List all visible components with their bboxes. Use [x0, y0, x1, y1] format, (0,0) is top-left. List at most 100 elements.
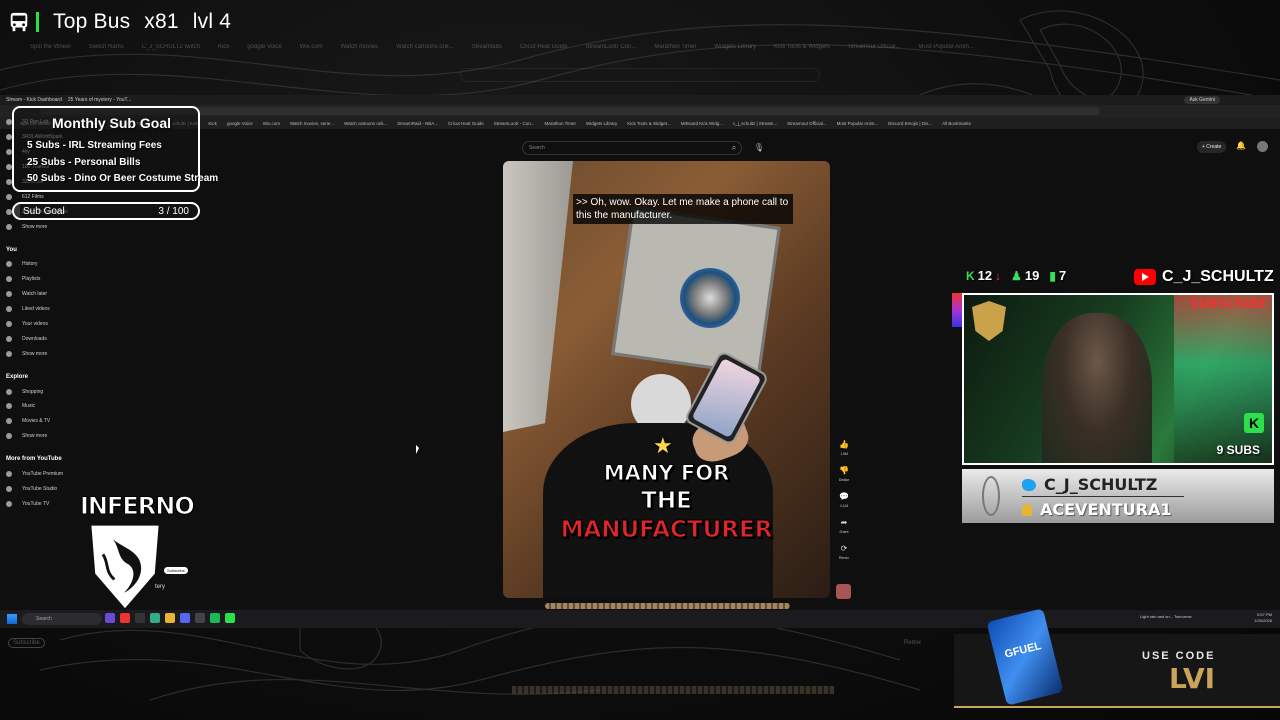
- bus-icon: [10, 12, 28, 32]
- lion-emblem-icon: [91, 525, 159, 609]
- system-clock[interactable]: 5:57 PM 1/30/2026: [1254, 612, 1272, 624]
- bookmark-all[interactable]: All Bookmarks: [942, 121, 971, 126]
- ghost-bookmark: Kick Tools & Widgets: [774, 44, 830, 50]
- search-icon[interactable]: ⌕: [727, 141, 741, 155]
- bookmark[interactable]: StreamLootr - Con...: [494, 121, 535, 126]
- bell-icon[interactable]: 🔔: [1236, 141, 1246, 150]
- follower-stat-value: 19: [1024, 268, 1040, 283]
- shorts-video[interactable]: >> Oh, wow. Okay. Let me make a phone ca…: [503, 161, 830, 598]
- subscribe-button[interactable]: Subscribe: [164, 567, 188, 574]
- bookmark[interactable]: Widgets Library: [586, 121, 617, 126]
- create-button[interactable]: + Create: [1197, 141, 1227, 153]
- sidebar-item-label: Explore: [6, 373, 29, 380]
- sidebar-item-explore[interactable]: Movies & TV: [6, 414, 86, 429]
- share-label: Share: [839, 530, 849, 534]
- youtube-icon: [1134, 269, 1156, 285]
- goal-title: Monthly Sub Goal: [52, 115, 171, 131]
- app-icon[interactable]: [225, 613, 235, 623]
- sidebar-item-you[interactable]: Show more: [6, 346, 86, 361]
- app-icon[interactable]: [120, 613, 130, 623]
- audio-thumbnail[interactable]: [836, 584, 851, 599]
- clock-date: 1/30/2026: [1254, 618, 1272, 623]
- spotify-icon[interactable]: [210, 613, 220, 623]
- sidebar-item-more[interactable]: YouTube Studio: [6, 481, 86, 496]
- bookmark[interactable]: Cricut Heat Guide: [448, 121, 484, 126]
- sidebar-item-label: You: [6, 246, 17, 253]
- sidebar-item-label: 612 Films: [22, 193, 44, 200]
- sidebar-item-label: More from YouTube: [6, 456, 62, 463]
- sidebar-item-sub[interactable]: Show more: [6, 219, 86, 234]
- bookmark[interactable]: StreamRaid - NBA...: [397, 121, 438, 126]
- weather-widget[interactable]: Light rain and sn... Tomorrow: [1140, 614, 1192, 619]
- bookmark[interactable]: MrBoard Kick Widg...: [681, 121, 723, 126]
- crest-icon: [972, 301, 1006, 341]
- dislike-button[interactable]: 👎 Dislike: [836, 460, 852, 482]
- sidebar-section-explore[interactable]: Explore: [6, 369, 86, 384]
- bookmark[interactable]: Kick: [208, 121, 217, 126]
- video-progress-bar[interactable]: [545, 603, 790, 609]
- sidebar-item-icon: [6, 276, 12, 283]
- promo-code: LVI: [1169, 662, 1216, 695]
- chrome-icon[interactable]: [150, 613, 160, 623]
- steam-icon[interactable]: [195, 613, 205, 623]
- microphone-icon[interactable]: 🎙: [752, 141, 766, 155]
- ghost-bookmark: Streamout Official...: [847, 44, 901, 50]
- share-button[interactable]: ➦ Share: [836, 512, 852, 534]
- avatar[interactable]: [1257, 141, 1268, 152]
- ghost-bookmark: Watch movies: [340, 44, 379, 50]
- sidebar-item-more[interactable]: YouTube Premium: [6, 467, 86, 482]
- ghost-bookmark: Switch Rams: [88, 44, 124, 50]
- sidebar-item-icon: [6, 306, 12, 313]
- top-bus-banner: Top Bus x81 lvl 4: [8, 6, 231, 38]
- sidebar-item-explore[interactable]: Music: [6, 399, 86, 414]
- app-icon[interactable]: [105, 613, 115, 623]
- sidebar-item-explore[interactable]: Shopping: [6, 384, 86, 399]
- bookmark[interactable]: Watch cartoons onli...: [344, 121, 387, 126]
- sponsor-banner: GFUEL USE CODE LVI: [954, 608, 1280, 708]
- yt-search-input[interactable]: Search: [522, 141, 742, 155]
- sidebar-item-explore[interactable]: Show more: [6, 429, 86, 444]
- sidebar-item-you[interactable]: Watch later: [6, 287, 86, 302]
- partial-text: tery: [155, 584, 166, 590]
- app-icon[interactable]: [135, 613, 145, 623]
- bookmark[interactable]: google Voice: [227, 121, 253, 126]
- taskbar-apps: [105, 613, 235, 623]
- bookmark[interactable]: c_j_schultz | Stream...: [733, 121, 777, 126]
- comment-count: 4,116: [839, 504, 849, 508]
- remix-button[interactable]: ⟳ Remix: [836, 538, 852, 560]
- browser-tab-active[interactable]: 25 Years of mystery - YouT...: [68, 97, 131, 103]
- bookmark[interactable]: Watch movies, serie...: [290, 121, 334, 126]
- bookmark[interactable]: Streamout Official...: [787, 121, 826, 126]
- bookmark[interactable]: Wix.com: [263, 121, 280, 126]
- sidebar-item-label: Music: [22, 403, 36, 410]
- windows-start-icon[interactable]: [7, 614, 17, 624]
- browser-tab-strip: Stream - Kick Dashboard 25 Years of myst…: [0, 95, 1280, 105]
- like-button[interactable]: 👍 1.5M: [836, 434, 852, 456]
- folder-icon[interactable]: [165, 613, 175, 623]
- ghost-bookmark: Watch cartoons onli...: [396, 44, 454, 50]
- sidebar-item-you[interactable]: Liked videos: [6, 302, 86, 317]
- discord-icon[interactable]: [180, 613, 190, 623]
- sidebar-section-you[interactable]: You: [6, 242, 86, 257]
- bookmark[interactable]: Discord Emojis | Dis...: [888, 121, 932, 126]
- sidebar-section-more[interactable]: More from YouTube: [6, 452, 86, 467]
- bookmark[interactable]: Marathon Timer: [545, 121, 577, 126]
- sidebar-item-you[interactable]: History: [6, 257, 86, 272]
- ghost-remix: Remix: [904, 640, 922, 646]
- sidebar-item-you[interactable]: Playlists: [6, 272, 86, 287]
- taskbar-search[interactable]: Search: [22, 613, 102, 625]
- star-icon: ★: [653, 433, 673, 458]
- bookmark[interactable]: Most Popular Anim...: [837, 121, 879, 126]
- sidebar-item-label: Show more: [22, 350, 48, 357]
- ask-gemini-button[interactable]: Ask Gemini: [1184, 96, 1220, 104]
- bookmark[interactable]: Kick Tools & Widget...: [627, 121, 670, 126]
- ghost-bookmark: C_J_SCHULTZ twitch: [141, 44, 200, 50]
- ghost-subscribe: Subscribe: [8, 638, 45, 648]
- sidebar-item-you[interactable]: Your videos: [6, 317, 86, 332]
- sidebar-item-you[interactable]: Downloads: [6, 331, 86, 346]
- sidebar-item-more[interactable]: YouTube TV: [6, 496, 86, 511]
- comments-button[interactable]: 💬 4,116: [836, 486, 852, 508]
- browser-tab[interactable]: Stream - Kick Dashboard: [6, 97, 62, 103]
